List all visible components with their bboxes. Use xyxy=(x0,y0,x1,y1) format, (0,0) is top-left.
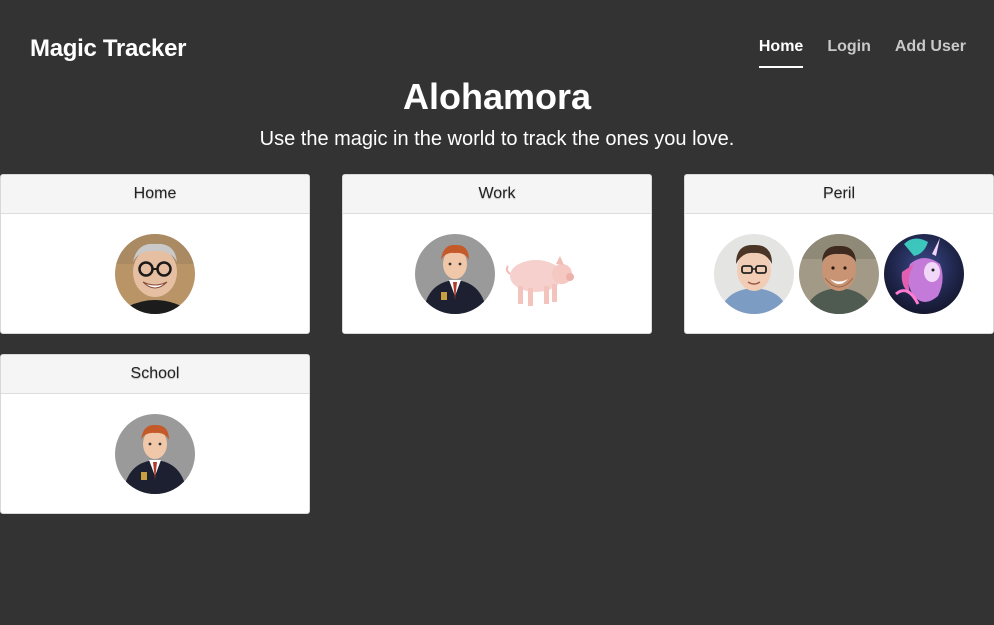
top-nav: Home Login Add User xyxy=(758,38,966,68)
location-card-title: Work xyxy=(343,175,651,214)
man-glasses-avatar[interactable] xyxy=(714,234,794,314)
location-card-home: Home xyxy=(0,174,310,334)
location-card-members xyxy=(1,394,309,513)
unicorn-avatar[interactable] xyxy=(884,234,964,314)
location-card-title: Peril xyxy=(685,175,993,214)
location-card-school: School xyxy=(0,354,310,514)
pig-avatar[interactable] xyxy=(499,234,580,314)
location-card-title: Home xyxy=(1,175,309,214)
location-card-work: Work xyxy=(342,174,652,334)
location-card-peril: Peril xyxy=(684,174,994,334)
red-haired-boy-avatar[interactable] xyxy=(414,234,495,314)
brand-logo-text[interactable]: Magic Tracker xyxy=(30,35,187,63)
nav-item-add-user[interactable]: Add User xyxy=(895,38,966,68)
location-card-members xyxy=(343,214,651,333)
red-haired-boy-avatar[interactable] xyxy=(115,414,195,494)
page-title: Alohamora xyxy=(402,76,592,117)
old-man-glasses-avatar[interactable] xyxy=(115,234,195,314)
page-subtitle: Use the magic in the world to track the … xyxy=(259,128,735,150)
location-card-members xyxy=(685,214,993,333)
location-card-title: School xyxy=(1,355,309,394)
app-page: Magic Tracker Home Login Add User Aloham… xyxy=(0,0,994,625)
nav-item-home[interactable]: Home xyxy=(758,38,804,68)
man-smiling-avatar[interactable] xyxy=(799,234,879,314)
nav-item-login[interactable]: Login xyxy=(827,38,871,68)
location-card-members xyxy=(1,214,309,333)
